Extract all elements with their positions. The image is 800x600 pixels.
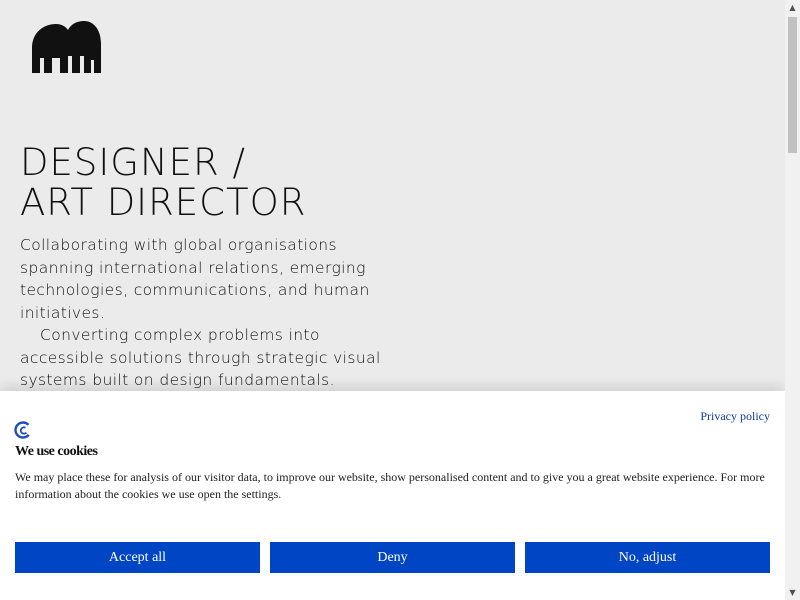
privacy-policy-link[interactable]: Privacy policy: [700, 409, 770, 424]
cookie-banner-title: We use cookies: [15, 444, 98, 459]
adjust-settings-button[interactable]: No, adjust: [525, 542, 770, 573]
elephant-logo-icon[interactable]: [30, 20, 102, 74]
accept-all-button[interactable]: Accept all: [15, 542, 260, 573]
hero-description: Collaborating with global organisations …: [20, 234, 400, 392]
hero-title: DESIGNER / ART DIRECTOR: [20, 143, 306, 223]
scroll-down-arrow-icon[interactable]: ▼: [785, 585, 800, 600]
hero-title-line-2: ART DIRECTOR: [20, 181, 307, 224]
hero-paragraph-2: Converting complex problems into accessi…: [20, 326, 381, 389]
cookie-consent-icon: [14, 421, 32, 439]
deny-button[interactable]: Deny: [270, 542, 515, 573]
hero-title-line-1: DESIGNER /: [20, 141, 246, 184]
page: DESIGNER / ART DIRECTOR Collaborating wi…: [0, 0, 785, 600]
cookie-banner: Privacy policy We use cookies We may pla…: [0, 391, 785, 600]
vertical-scrollbar[interactable]: ▲ ▼: [785, 0, 800, 600]
hero-paragraph-1: Collaborating with global organisations …: [20, 236, 370, 322]
scrollbar-thumb[interactable]: [788, 17, 797, 153]
cookie-banner-description: We may place these for analysis of our v…: [15, 470, 765, 501]
scroll-up-arrow-icon[interactable]: ▲: [785, 0, 800, 15]
